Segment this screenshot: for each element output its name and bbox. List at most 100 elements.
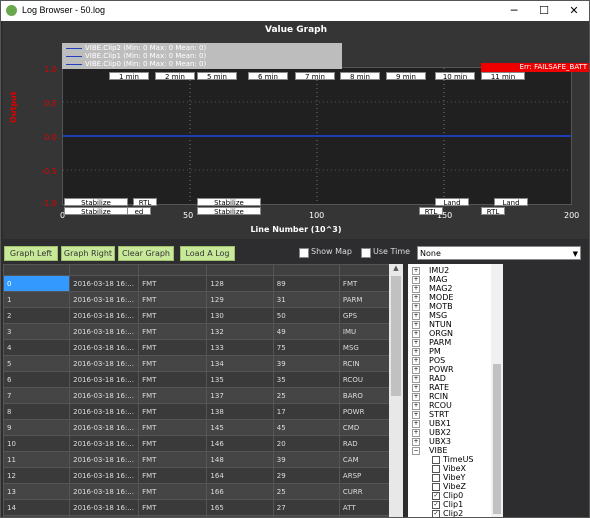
table-cell[interactable]: 14 [3, 499, 71, 516]
table-cell[interactable]: FMT [138, 275, 208, 292]
table-cell[interactable]: 2016-03-18 16:... [69, 371, 140, 388]
table-cell[interactable]: 35 [272, 371, 340, 388]
table-row[interactable]: 10 2016-03-18 16:... FMT 146 20 RAD [3, 435, 403, 452]
table-cell[interactable]: 2016-03-18 16:... [69, 467, 140, 484]
tree-group[interactable]: + POS [412, 356, 445, 365]
use-time-checkbox[interactable] [361, 248, 371, 258]
collapse-icon[interactable]: − [412, 446, 420, 455]
table-cell[interactable]: 25 [272, 387, 340, 404]
tree-group[interactable]: + UBX2 [412, 428, 451, 437]
expand-icon[interactable]: + [412, 329, 420, 338]
table-cell[interactable]: 164 [206, 467, 274, 484]
table-cell[interactable]: FMT [138, 483, 208, 500]
header-cell[interactable] [206, 264, 274, 276]
table-row[interactable]: 6 2016-03-18 16:... FMT 135 35 RCOU [3, 371, 403, 388]
tree-scroll-thumb[interactable] [493, 364, 501, 514]
table-cell[interactable]: 137 [206, 387, 274, 404]
table-cell[interactable]: 2016-03-18 16:... [69, 451, 140, 468]
header-cell[interactable] [272, 264, 340, 276]
table-cell[interactable]: 1 [3, 291, 71, 308]
table-cell[interactable]: FMT [138, 307, 208, 324]
table-cell[interactable]: 12 [3, 467, 71, 484]
table-cell[interactable]: 17 [272, 403, 340, 420]
tree-field[interactable]: VibeZ [432, 482, 466, 491]
table-cell[interactable]: 39 [272, 451, 340, 468]
table-cell[interactable]: 132 [206, 323, 274, 340]
table-cell[interactable]: FMT [138, 499, 208, 516]
table-cell[interactable]: FMT [138, 419, 208, 436]
table-cell[interactable]: 5 [3, 355, 71, 372]
table-cell[interactable]: 25 [272, 483, 340, 500]
table-cell[interactable]: 129 [206, 291, 274, 308]
field-checkbox[interactable] [432, 473, 440, 482]
table-row[interactable]: 9 2016-03-18 16:... FMT 145 45 CMD [3, 419, 403, 436]
plot-area[interactable] [62, 67, 572, 205]
table-cell[interactable]: 2016-03-18 16:... [69, 387, 140, 404]
tree-group[interactable]: + STRT [412, 410, 449, 419]
tree-group[interactable]: + RCIN [412, 392, 448, 401]
expand-icon[interactable]: + [412, 374, 420, 383]
table-cell[interactable]: 0 [3, 275, 71, 292]
table-cell[interactable]: 148 [206, 451, 274, 468]
table-cell[interactable]: FMT [138, 515, 208, 517]
table-cell[interactable]: 10 [3, 435, 71, 452]
tree-field[interactable]: TimeUS [432, 455, 474, 464]
header-cell[interactable] [3, 264, 71, 276]
tree-group[interactable]: + MOTB [412, 302, 453, 311]
table-row[interactable]: 14 2016-03-18 16:... FMT 165 27 ATT [3, 499, 403, 516]
table-row[interactable]: 11 2016-03-18 16:... FMT 148 39 CAM [3, 451, 403, 468]
table-cell[interactable]: 166 [206, 483, 274, 500]
header-cell[interactable] [69, 264, 140, 276]
table-cell[interactable]: 8 [3, 403, 71, 420]
expand-icon[interactable]: + [412, 428, 420, 437]
maximize-button[interactable]: ☐ [529, 1, 559, 21]
expand-icon[interactable]: + [412, 401, 420, 410]
field-checkbox[interactable]: ✓ [432, 500, 440, 509]
table-cell[interactable]: 49 [272, 323, 340, 340]
table-cell[interactable]: 145 [206, 419, 274, 436]
show-map-checkbox[interactable] [299, 248, 309, 258]
expand-icon[interactable]: + [412, 284, 420, 293]
grid-scrollbar[interactable]: ▲ [389, 264, 403, 517]
field-checkbox[interactable] [432, 455, 440, 464]
tree-group[interactable]: + UBX3 [412, 437, 451, 446]
table-cell[interactable]: FMT [138, 291, 208, 308]
tree-field[interactable]: ✓ Clip0 [432, 491, 463, 500]
expand-icon[interactable]: + [412, 383, 420, 392]
table-cell[interactable]: 128 [206, 275, 274, 292]
table-cell[interactable]: 13 [3, 483, 71, 500]
tree-group[interactable]: + IMU2 [412, 266, 449, 275]
expand-icon[interactable]: + [412, 356, 420, 365]
table-row[interactable]: 0 2016-03-18 16:... FMT 128 89 FMT [3, 275, 403, 292]
field-tree[interactable]: + IMU2 + MAG + MAG2 + MODE + MOTB + MSG + NTUN + ORGN + P… [408, 264, 498, 518]
expand-icon[interactable]: + [412, 302, 420, 311]
close-button[interactable]: ✕ [559, 1, 589, 21]
table-cell[interactable]: FMT [138, 403, 208, 420]
table-row[interactable]: 3 2016-03-18 16:... FMT 132 49 IMU [3, 323, 403, 340]
expand-icon[interactable]: + [412, 293, 420, 302]
table-cell[interactable]: 2016-03-18 16:... [69, 355, 140, 372]
table-row[interactable]: 13 2016-03-18 16:... FMT 166 25 CURR [3, 483, 403, 500]
tree-group[interactable]: + MODE [412, 293, 453, 302]
table-row[interactable]: 4 2016-03-18 16:... FMT 133 75 MSG [3, 339, 403, 356]
table-cell[interactable]: 134 [206, 355, 274, 372]
table-cell[interactable]: 146 [206, 435, 274, 452]
tree-field[interactable]: ✓ Clip1 [432, 500, 463, 509]
table-cell[interactable]: 29 [272, 467, 340, 484]
tree-group[interactable]: + UBX1 [412, 419, 451, 428]
tree-group[interactable]: + RATE [412, 383, 449, 392]
field-select-dropdown[interactable]: None ▼ [417, 246, 581, 260]
tree-group[interactable]: + PM [412, 347, 441, 356]
field-checkbox[interactable] [432, 482, 440, 491]
table-cell[interactable]: FMT [138, 355, 208, 372]
tree-group[interactable]: + PARM [412, 338, 451, 347]
table-cell[interactable]: 6 [3, 371, 71, 388]
table-cell[interactable]: 7 [3, 387, 71, 404]
field-checkbox[interactable] [432, 464, 440, 473]
expand-icon[interactable]: + [412, 419, 420, 428]
table-cell[interactable]: 2016-03-18 16:... [69, 291, 140, 308]
table-cell[interactable]: 2016-03-18 16:... [69, 275, 140, 292]
tree-group[interactable]: + MAG2 [412, 284, 453, 293]
table-cell[interactable]: 2016-03-18 16:... [69, 515, 140, 517]
table-cell[interactable]: 135 [206, 371, 274, 388]
